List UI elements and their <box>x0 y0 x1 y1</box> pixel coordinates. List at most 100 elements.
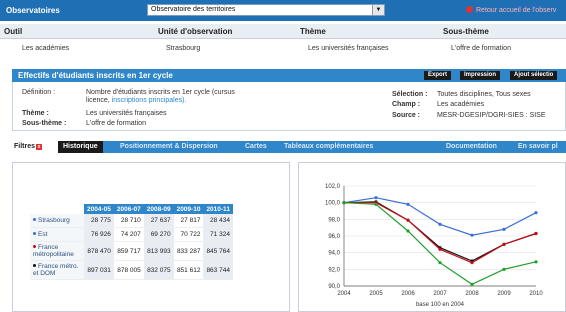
definition-link[interactable]: inscriptions principales). <box>112 97 187 104</box>
table-cell: 813 993 <box>143 241 174 261</box>
row-label: Est <box>30 227 84 242</box>
view-tabs: Historique Positionnement & Dispersion C… <box>58 141 566 153</box>
data-point <box>502 267 506 271</box>
data-point <box>502 227 506 231</box>
context-header: Outil Unité d'observation Thème Sous-thè… <box>0 24 566 39</box>
data-point <box>438 222 442 226</box>
subtheme-value[interactable]: L'offre de formation <box>451 45 511 52</box>
tab-positionnement[interactable]: Positionnement & Dispersion <box>120 142 218 152</box>
subtheme-detail: L'offre de formation <box>86 120 146 127</box>
table-cell: 845 764 <box>203 241 233 261</box>
data-point <box>470 282 474 286</box>
x-tick-label: 2007 <box>433 291 447 297</box>
outil-value[interactable]: Les académies <box>22 45 69 52</box>
bullet-icon <box>33 218 36 221</box>
data-point <box>470 233 474 237</box>
bullet-icon <box>33 245 36 248</box>
table-header-row: 2004-05 2006-07 2008-09 2009-10 2010-11 <box>30 204 233 214</box>
col-subtheme-label: Sous-thème <box>443 27 489 36</box>
close-icon[interactable]: x <box>36 144 43 150</box>
subtheme-label: Sous-thème : <box>22 120 67 127</box>
theme-value[interactable]: Les universités françaises <box>308 45 389 52</box>
row-label-text: Strasbourg <box>38 217 70 224</box>
unit-value[interactable]: Strasbourg <box>166 45 200 52</box>
column-header: 2009-10 <box>173 204 204 214</box>
data-point <box>374 196 378 200</box>
x-tick-label: 2010 <box>529 291 543 297</box>
series-line <box>344 202 537 264</box>
x-tick-label: 2005 <box>369 291 383 297</box>
tab-cartes[interactable]: Cartes <box>245 142 267 152</box>
back-home-label: Retour accueil de l'observ <box>476 7 557 14</box>
y-tick-label: 94,0 <box>328 251 340 257</box>
table-cell: 71 324 <box>203 227 233 242</box>
x-tick-label: 2004 <box>337 291 351 297</box>
back-home-link[interactable]: Retour accueil de l'observ <box>466 6 556 14</box>
x-tick-label: 2008 <box>465 291 479 297</box>
filters-toggle[interactable]: Filtres x <box>14 143 43 150</box>
add-selection-button[interactable]: Ajout sélectio <box>510 71 558 80</box>
definition-text-2: licence, inscriptions principales). <box>86 97 186 104</box>
table-cell: 851 612 <box>173 260 204 280</box>
row-label: France métropolitaine <box>30 241 84 261</box>
indicator-title: Effectifs d'étudiants inscrits en 1er cy… <box>18 71 173 80</box>
column-header: 2004-05 <box>84 204 114 214</box>
table-row: Est 76 926 74 207 69 270 70 722 71 324 <box>30 227 233 242</box>
column-header: 2006-07 <box>113 204 144 214</box>
table-cell: 859 717 <box>113 241 144 261</box>
tab-tableaux[interactable]: Tableaux complémentaires <box>284 142 373 152</box>
tab-historique[interactable]: Historique <box>58 141 103 153</box>
tab-documentation[interactable]: Documentation <box>446 142 497 152</box>
filters-label: Filtres <box>14 143 36 150</box>
x-tick-label: 2006 <box>401 291 415 297</box>
app-title: Observatoires <box>6 6 60 15</box>
table-cell: 70 722 <box>173 227 204 242</box>
observatory-select[interactable]: Observatoire des territoires ▼ <box>147 4 385 16</box>
selection-value: Toutes disciplines, Tous sexes <box>437 91 531 98</box>
data-point <box>438 247 442 251</box>
y-tick-label: 90,0 <box>328 284 340 290</box>
bullet-icon <box>33 232 36 235</box>
data-point <box>534 260 538 264</box>
export-button[interactable]: Export <box>424 71 452 80</box>
table-cell: 69 270 <box>143 227 174 242</box>
data-point <box>534 231 538 236</box>
table-row: France métropolitaine 878 470 859 717 81… <box>30 241 233 261</box>
source-value: MESR-DGESIP/DGRI-SIES : SISE <box>437 112 546 119</box>
theme-label: Thème : <box>22 110 49 117</box>
chevron-down-icon[interactable]: ▼ <box>372 5 384 15</box>
col-outil-label: Outil <box>4 27 23 36</box>
definition-label: Définition : <box>22 89 56 96</box>
line-chart: 90,0 92,0 94,0 96,0 98,0 100,0 102,0 2004 2005 20… <box>325 184 543 308</box>
row-label-text: France métropolitaine <box>33 244 74 258</box>
col-unit-label: Unité d'observation <box>158 27 233 36</box>
selection-label: Sélection : <box>392 91 428 98</box>
print-button[interactable]: Impression <box>460 71 501 80</box>
data-point <box>438 261 442 265</box>
observatory-select-value: Observatoire des territoires <box>151 6 236 13</box>
data-point <box>534 211 538 215</box>
table-cell: 27 817 <box>173 214 204 228</box>
x-tick-label: 2009 <box>497 291 511 297</box>
tab-en-savoir-plus[interactable]: En savoir pl <box>518 142 558 152</box>
data-point <box>470 261 474 265</box>
source-label: Source : <box>392 112 421 119</box>
table-cell: 897 031 <box>84 260 114 280</box>
table-cell: 28 710 <box>113 214 144 228</box>
data-point <box>342 201 346 205</box>
table-row: Strasbourg 28 775 28 710 27 637 27 817 2… <box>30 214 233 228</box>
y-tick-label: 102,0 <box>325 184 341 190</box>
col-theme-label: Thème <box>300 27 326 36</box>
theme-detail: Les universités françaises <box>86 110 167 117</box>
champ-label: Champ : <box>392 101 420 108</box>
series-line <box>343 197 537 236</box>
y-tick-label: 96,0 <box>328 234 340 240</box>
data-point <box>406 229 410 233</box>
home-icon <box>466 6 473 13</box>
top-bar: Observatoires Observatoire des territoir… <box>0 0 566 21</box>
table-cell: 28 434 <box>203 214 233 228</box>
row-label-text: France métro. et DOM <box>33 263 79 277</box>
table-cell: 832 075 <box>143 260 174 280</box>
table-cell: 878 470 <box>84 241 114 261</box>
table-cell: 28 775 <box>84 214 114 228</box>
